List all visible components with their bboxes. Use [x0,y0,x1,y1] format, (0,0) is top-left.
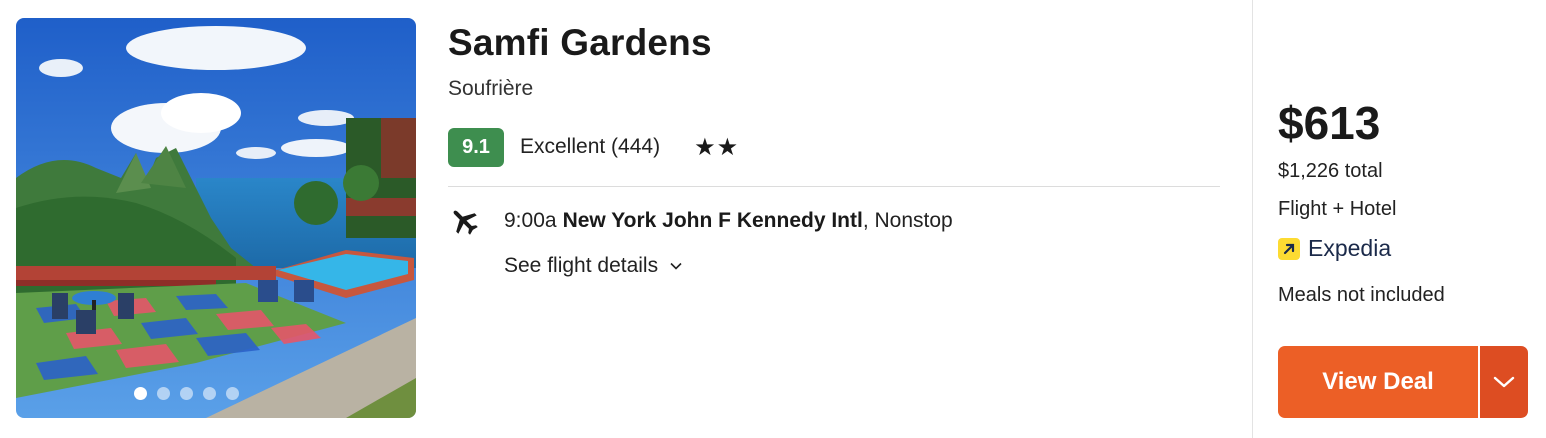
see-flight-details-label: See flight details [504,254,659,277]
hotel-photo[interactable] [16,18,416,418]
column-divider [1252,0,1253,438]
more-deals-dropdown-button[interactable] [1480,346,1528,418]
review-summary: Excellent (444) [520,135,661,158]
flight-departure-airport: New York John F Kennedy Intl [562,209,863,232]
hotel-info: Samfi Gardens Soufrière 9.1 Excellent (4… [448,0,1220,438]
meals-info: Meals not included [1278,284,1445,306]
carousel-dot[interactable] [179,387,193,400]
photo-carousel-dots [16,387,416,400]
flight-summary: 9:00a New York John F Kennedy Intl , Non… [448,204,953,238]
price-total: $1,226 total [1278,160,1383,182]
price-panel: $613 $1,226 total Flight + Hotel Expedia… [1278,0,1528,438]
carousel-dot[interactable] [225,387,239,400]
carousel-dot[interactable] [133,387,147,400]
chevron-down-icon [670,262,682,270]
hotel-name[interactable]: Samfi Gardens [448,22,712,64]
expedia-logo-icon [1278,237,1300,260]
hotel-photo-image [16,18,416,418]
view-deal-button[interactable]: View Deal [1278,346,1478,418]
flight-stops: , Nonstop [862,209,953,232]
hotel-result-card: Samfi Gardens Soufrière 9.1 Excellent (4… [0,0,1546,438]
chevron-down-icon [1493,376,1515,387]
star-rating: ★★ [694,133,740,161]
carousel-dot[interactable] [156,387,170,400]
provider-name: Expedia [1308,235,1392,261]
airplane-icon [453,210,478,235]
provider: Expedia [1278,235,1391,262]
price-per-person: $613 [1278,97,1381,149]
see-flight-details-link[interactable]: See flight details [504,254,682,278]
divider [448,186,1220,187]
flight-departure-time: 9:00a [504,209,557,232]
hotel-location: Soufrière [448,77,534,100]
package-type: Flight + Hotel [1278,198,1397,220]
carousel-dot[interactable] [202,387,216,400]
rating-row: 9.1 Excellent (444) ★★ [448,127,739,167]
review-score-badge: 9.1 [448,127,504,167]
